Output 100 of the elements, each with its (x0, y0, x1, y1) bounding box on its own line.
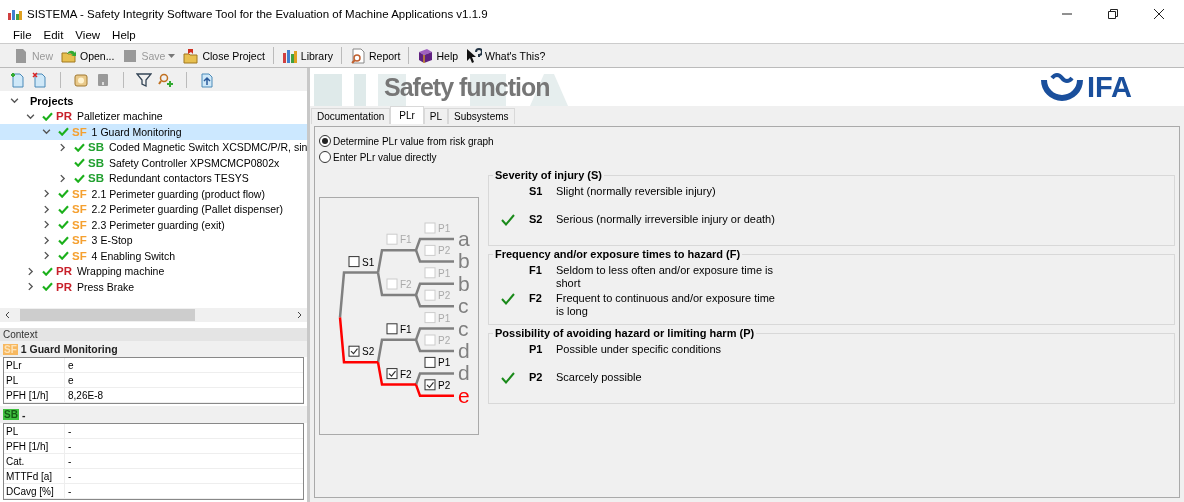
context-title: - (21, 408, 26, 421)
property-value: e (67, 359, 74, 371)
chevron-icon[interactable] (58, 143, 67, 152)
radio-button[interactable] (319, 151, 331, 163)
scroll-left-icon[interactable] (4, 311, 12, 320)
toolbar-button[interactable]: What's This? (463, 45, 549, 66)
checkbox[interactable]: P1 (424, 356, 451, 369)
chevron-icon[interactable] (42, 127, 51, 137)
tab[interactable]: Subsystems (448, 108, 515, 124)
delete-document-icon[interactable] (32, 71, 48, 88)
toolbar-button[interactable]: Open... (58, 45, 118, 66)
logo-text: IFA (1086, 70, 1132, 104)
chevron-icon[interactable] (26, 282, 35, 292)
logo-icon (1040, 72, 1083, 102)
option-code: P1 (529, 342, 544, 355)
option-code: P2 (529, 370, 544, 383)
tree-item[interactable]: Projects (30, 95, 74, 107)
toolbar-button[interactable]: Help (414, 45, 462, 66)
radio-button[interactable] (319, 135, 331, 147)
property-name: MTTFd [a] (4, 469, 65, 483)
tree-item[interactable]: SF 2.1 Perimeter guarding (product flow) (72, 188, 265, 200)
chevron-icon[interactable] (42, 189, 51, 199)
pl-result: a (458, 227, 470, 250)
document-up-icon[interactable] (199, 71, 215, 88)
pl-result: b (458, 271, 470, 295)
pl-result: e (458, 383, 470, 407)
option-text: Possible under specific conditions (556, 342, 723, 356)
pl-result: d (458, 361, 470, 385)
pl-result: b (458, 249, 470, 273)
caret-icon (168, 53, 176, 58)
chevron-icon[interactable] (26, 112, 35, 121)
chevron-icon[interactable] (58, 174, 67, 183)
property-value: - (67, 425, 72, 437)
document-icon (13, 47, 29, 64)
property-value: 8,26E-8 (67, 389, 104, 401)
option-code: S2 (529, 212, 544, 225)
group-title: Frequency and/or exposure times to hazard (F) (494, 248, 742, 260)
property-value: - (67, 470, 72, 482)
property-name: PL (4, 424, 65, 438)
tree-item[interactable]: SB Redundant contactors TESYS (88, 172, 249, 185)
tree-item[interactable]: SF 4 Enabling Switch (72, 250, 176, 262)
kind-badge: SF (3, 343, 18, 355)
tree-item[interactable]: SB Coded Magnetic Switch XCSDMC/P/R, sin (88, 141, 307, 154)
filter-icon[interactable] (136, 71, 152, 88)
tree-item[interactable]: PR Palletizer machine (56, 110, 163, 123)
kind-badge: SB (3, 409, 19, 421)
scroll-right-icon[interactable] (295, 311, 303, 320)
checkbox[interactable]: S1 (348, 256, 375, 268)
property-value: - (67, 440, 72, 452)
checkbox[interactable]: P2 (424, 379, 451, 391)
chevron-icon[interactable] (10, 96, 19, 106)
menu-item[interactable]: File (13, 29, 32, 41)
tree-item[interactable]: SB Safety Controller XPSMCMCP0802x (88, 157, 280, 169)
property-value: - (67, 455, 72, 467)
new-document-icon[interactable] (10, 71, 26, 88)
search-icon[interactable] (158, 71, 174, 88)
option-code: F1 (529, 263, 543, 276)
property-value: e (67, 374, 74, 386)
option-code: F2 (529, 291, 543, 304)
chevron-icon[interactable] (42, 205, 51, 214)
help-cursor-icon (466, 47, 483, 64)
toolbar-button[interactable]: Library (278, 45, 336, 66)
checkbox[interactable]: S2 (348, 345, 375, 358)
option-code: S1 (529, 184, 544, 197)
restore-icon[interactable] (1108, 9, 1118, 19)
option-text: Scarcely possible (556, 370, 643, 384)
toolbar-button[interactable]: Report (346, 45, 404, 66)
menu-item[interactable]: View (75, 29, 101, 41)
chevron-icon[interactable] (26, 267, 35, 276)
chevron-icon[interactable] (42, 236, 51, 245)
tab[interactable]: Documentation (311, 108, 391, 124)
option-text: Serious (normally irreversible injury or death) (556, 212, 776, 226)
tab[interactable]: PL (423, 108, 449, 124)
tree-item[interactable]: PR Press Brake (56, 281, 135, 293)
panel-header: Context (0, 327, 307, 341)
close-icon[interactable] (1154, 9, 1164, 19)
menu-item[interactable]: Edit (43, 29, 64, 41)
chevron-icon[interactable] (42, 220, 51, 230)
checkbox[interactable]: F2 (386, 368, 412, 380)
chevron-icon[interactable] (42, 251, 51, 261)
property-name: PL (4, 373, 65, 388)
radio-label[interactable]: Determine PLr value from risk graph (333, 135, 494, 147)
group-title: Severity of injury (S) (494, 169, 603, 181)
tree-item[interactable]: SF 2.3 Perimeter guarding (exit) (72, 219, 225, 231)
tab[interactable]: PLr (390, 106, 424, 124)
property-name: PFH [1/h] (4, 439, 65, 453)
scrollbar[interactable] (0, 308, 307, 322)
property-name: PLr (4, 358, 65, 373)
pl-result: d (458, 339, 470, 362)
radio-label[interactable]: Enter PLr value directly (333, 151, 437, 163)
property-name: Cat. (4, 454, 65, 468)
pl-result: c (458, 294, 469, 318)
tree-item[interactable]: SF 2.2 Perimeter guarding (Pallet dispenser) (72, 203, 284, 216)
menu-item[interactable]: Help (112, 29, 136, 41)
tree-item[interactable]: PR Wrapping machine (56, 265, 165, 278)
toolbar-button[interactable]: Close Project (180, 45, 268, 66)
context-title: 1 Guard Monitoring (20, 343, 118, 356)
tree-item[interactable]: SF 3 E-Stop (72, 234, 133, 247)
checkbox[interactable]: F1 (386, 323, 412, 335)
option-text: Seldom to less often and/or exposure time is short (556, 263, 775, 290)
